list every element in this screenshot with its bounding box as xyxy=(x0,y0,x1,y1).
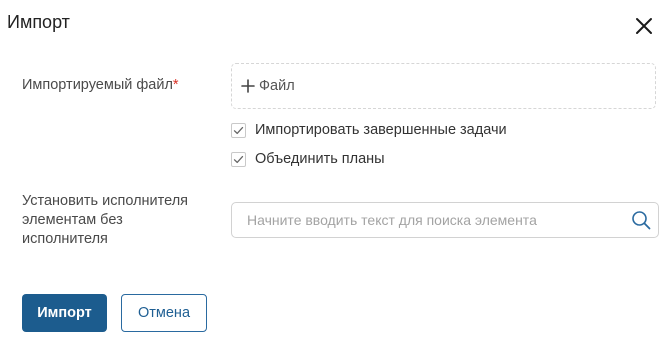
import-dialog: Импорт Импортируемый файл* Файл Импортир… xyxy=(0,0,666,337)
assignee-label-line-2: элементам без xyxy=(22,212,123,228)
file-upload-label: Файл xyxy=(259,78,295,94)
assignee-label-line-3: исполнителя xyxy=(22,231,108,247)
assignee-search-box xyxy=(231,202,659,238)
close-button[interactable] xyxy=(632,14,656,38)
assignee-search-input[interactable] xyxy=(232,203,630,237)
import-completed-tasks-label: Импортировать завершенные задачи xyxy=(255,122,507,138)
import-completed-tasks-checkbox[interactable] xyxy=(231,122,246,138)
merge-plans-option[interactable]: Объединить планы xyxy=(231,151,385,167)
cancel-button[interactable]: Отмена xyxy=(121,294,207,332)
search-icon[interactable] xyxy=(630,209,652,231)
file-upload-button[interactable]: Файл xyxy=(231,63,656,109)
import-button[interactable]: Импорт xyxy=(22,294,107,332)
import-completed-tasks-option[interactable]: Импортировать завершенные задачи xyxy=(231,122,507,138)
assignee-label-line-1: Установить исполнителя xyxy=(22,193,189,209)
plus-icon xyxy=(241,79,255,93)
merge-plans-checkbox[interactable] xyxy=(231,151,246,167)
merge-plans-label: Объединить планы xyxy=(255,151,385,167)
checkmark-icon xyxy=(233,126,244,134)
file-label-text: Импортируемый файл xyxy=(22,77,173,93)
file-field-label: Импортируемый файл* xyxy=(22,76,179,94)
checkmark-icon xyxy=(233,155,244,163)
close-icon xyxy=(636,18,652,34)
required-mark: * xyxy=(172,77,179,93)
dialog-title: Импорт xyxy=(7,12,70,32)
assignee-field-label: Установить исполнителя элементам без исп… xyxy=(22,192,188,249)
